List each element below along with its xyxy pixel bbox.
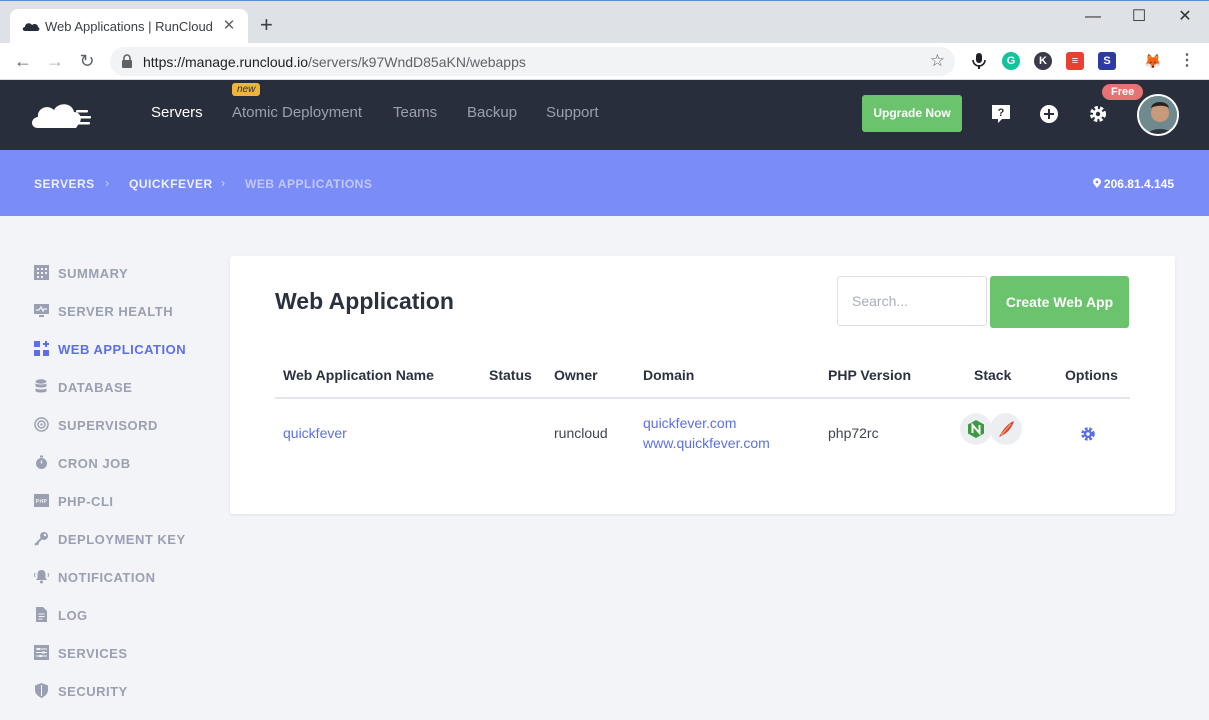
tab-close-icon[interactable]: ✕ (220, 17, 238, 35)
free-plan-badge: Free (1102, 84, 1144, 100)
breadcrumb-separator: › (221, 176, 225, 190)
close-window-icon[interactable]: ✕ (1162, 7, 1208, 27)
bookmark-star-icon[interactable]: ☆ (930, 51, 945, 71)
monitor-icon (34, 304, 49, 317)
column-header-owner: Owner (554, 367, 598, 383)
column-header-status: Status (489, 367, 532, 383)
browser-tab[interactable]: Web Applications | RunCloud ✕ (10, 9, 248, 44)
svg-text:PHP: PHP (36, 499, 48, 505)
web-app-name-link[interactable]: quickfever (283, 425, 347, 441)
nav-backup[interactable]: Backup (467, 104, 517, 121)
minimize-icon[interactable]: — (1070, 7, 1116, 27)
create-web-app-button[interactable]: Create Web App (990, 276, 1129, 328)
bell-icon (34, 570, 49, 584)
column-header-options: Options (1065, 367, 1118, 383)
breadcrumb: SERVERS › QUICKFEVER › WEB APPLICATIONS … (0, 150, 1209, 216)
extension-s-icon[interactable]: S (1098, 52, 1116, 70)
address-bar[interactable]: https://manage.runcloud.io/servers/k97Wn… (110, 47, 955, 76)
menu-dots-icon[interactable]: ⋮ (1178, 52, 1196, 70)
php-version: php72rc (828, 425, 879, 441)
server-ip: 206.81.4.145 (1092, 177, 1174, 191)
file-icon (36, 607, 47, 622)
breadcrumb-separator: › (105, 176, 109, 190)
stopwatch-icon (36, 455, 47, 469)
svg-text:?: ? (998, 107, 1005, 119)
browser-toolbar: ← → ↻ https://manage.runcloud.io/servers… (0, 43, 1209, 80)
apps-icon (34, 341, 49, 356)
grammarly-icon[interactable]: G (1002, 52, 1020, 70)
web-application-card: Web Application Create Web App Web Appli… (230, 256, 1175, 514)
nginx-icon (960, 413, 992, 445)
table-header-divider (275, 397, 1130, 399)
tab-title: Web Applications | RunCloud (45, 19, 213, 34)
domain-link[interactable]: www.quickfever.com (643, 435, 770, 451)
metamask-icon[interactable]: 🦊 (1144, 52, 1162, 70)
nav-support[interactable]: Support (546, 104, 599, 121)
breadcrumb-current: WEB APPLICATIONS (245, 177, 373, 191)
runcloud-logo[interactable] (30, 100, 92, 130)
nav-atomic-deployment[interactable]: Atomic Deployment (232, 104, 362, 121)
column-header-stack: Stack (974, 367, 1012, 383)
reload-icon[interactable]: ↻ (74, 49, 100, 73)
lock-icon (122, 54, 132, 68)
back-icon[interactable]: ← (10, 49, 36, 73)
todoist-icon[interactable]: ≡ (1066, 52, 1084, 70)
target-icon (34, 417, 49, 432)
page-title: Web Application (275, 288, 454, 314)
maximize-icon[interactable]: ☐ (1116, 7, 1162, 27)
php-icon: PHP (34, 494, 49, 507)
key-icon (34, 532, 48, 546)
apache-feather-icon (990, 413, 1022, 445)
breadcrumb-servers[interactable]: SERVERS (34, 177, 95, 191)
help-icon[interactable]: ? (990, 103, 1012, 125)
column-header-name: Web Application Name (283, 367, 434, 383)
new-tab-icon[interactable]: + (260, 14, 273, 36)
settings-gear-icon[interactable] (1087, 103, 1109, 125)
column-header-domain: Domain (643, 367, 695, 383)
user-avatar[interactable] (1137, 94, 1179, 136)
avatar-image (1139, 96, 1177, 134)
browser-tab-bar: Web Applications | RunCloud ✕ + — ☐ ✕ (0, 0, 1209, 44)
services-icon (34, 645, 49, 660)
nav-servers[interactable]: Servers (151, 104, 203, 121)
database-icon (35, 379, 47, 393)
upgrade-now-button[interactable]: Upgrade Now (862, 95, 962, 132)
app-header: Servers new Atomic Deployment Teams Back… (0, 80, 1209, 150)
microphone-icon[interactable] (970, 52, 988, 70)
forward-icon[interactable]: → (42, 49, 68, 73)
url-text: https://manage.runcloud.io/servers/k97Wn… (143, 54, 526, 70)
map-pin-icon (1092, 178, 1101, 188)
breadcrumb-server-name[interactable]: QUICKFEVER (129, 177, 213, 191)
options-gear-icon[interactable] (1080, 426, 1096, 442)
search-input[interactable] (837, 276, 987, 326)
shield-icon (35, 683, 48, 698)
extension-k-icon[interactable]: K (1034, 52, 1052, 70)
domain-link[interactable]: quickfever.com (643, 415, 736, 431)
grid-icon (34, 265, 49, 280)
web-app-owner: runcloud (554, 425, 608, 441)
new-badge: new (232, 83, 261, 96)
add-circle-icon[interactable] (1038, 103, 1060, 125)
column-header-php-version: PHP Version (828, 367, 912, 383)
runcloud-favicon-icon (22, 23, 40, 31)
nav-teams[interactable]: Teams (393, 104, 437, 121)
